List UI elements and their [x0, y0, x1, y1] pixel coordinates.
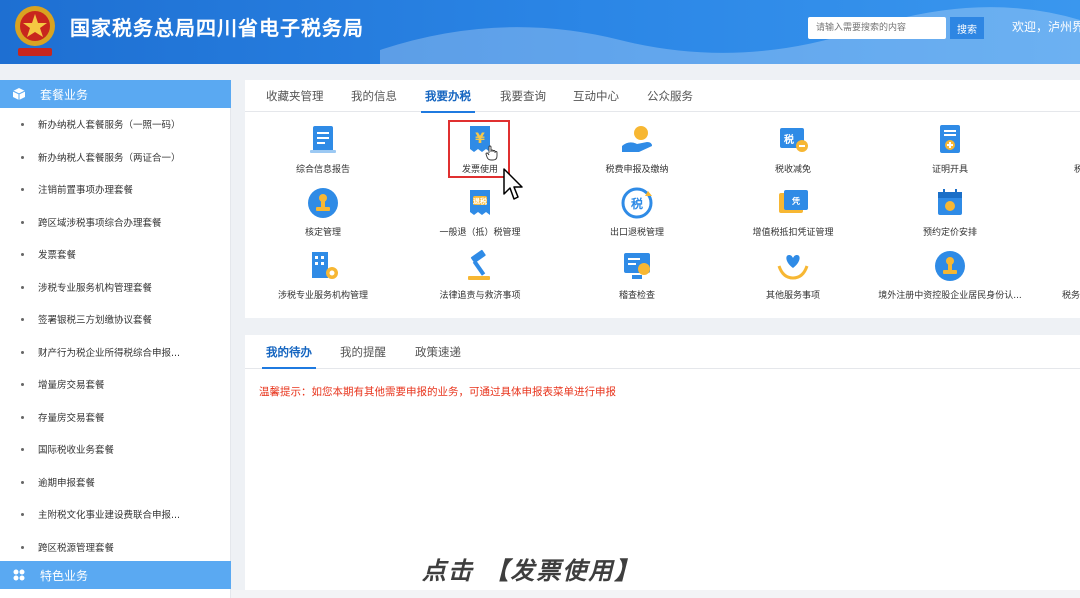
service-item[interactable]: 税费申报及缴纳	[562, 122, 712, 175]
tab-public-service[interactable]: 公众服务	[647, 88, 693, 104]
bottom-tab-bar: 我的待办 我的提醒 政策速递	[245, 335, 1080, 369]
declare-pay-icon	[622, 126, 652, 152]
service-label: 税	[1074, 165, 1080, 175]
search-input[interactable]	[808, 17, 946, 39]
welcome-text: 欢迎，泸州界	[1012, 20, 1080, 34]
sidebar-section-label: 套餐业务	[40, 87, 89, 102]
sidebar-item[interactable]: 国际税收业务套餐	[0, 433, 231, 466]
cube-icon	[12, 87, 26, 101]
tab-do-tax[interactable]: 我要办税	[421, 88, 475, 113]
search-button[interactable]: 搜索	[950, 17, 984, 39]
mouse-pointer-icon	[503, 168, 523, 200]
sidebar-section-special[interactable]: 特色业务	[0, 561, 231, 589]
service-label: 核定管理	[304, 228, 341, 238]
service-item[interactable]: 其他服务事项	[718, 248, 868, 301]
service-item[interactable]: 税务	[1000, 248, 1080, 301]
tab-query[interactable]: 我要查询	[500, 88, 546, 104]
resident-identity-icon	[935, 251, 965, 281]
top-tab-bar: 收藏夹管理 我的信息 我要办税 我要查询 互动中心 公众服务	[245, 80, 1080, 113]
footer-strip	[231, 590, 1080, 598]
service-item[interactable]: 退税 一般退（抵）税管理	[405, 185, 555, 238]
service-label: 涉税专业服务机构管理	[277, 291, 368, 301]
sidebar-item[interactable]: 新办纳税人套餐服务（一照一码）	[0, 108, 231, 141]
sidebar-item[interactable]: 逾期申报套餐	[0, 466, 231, 499]
tax-reduction-icon: 税	[780, 128, 808, 152]
tax-emblem-logo	[15, 6, 55, 56]
vat-deduction-icon: 凭	[779, 190, 808, 213]
sidebar-item[interactable]: 发票套餐	[0, 238, 231, 271]
sidebar-section-label: 特色业务	[40, 568, 89, 583]
highlight-box	[448, 120, 510, 178]
tab-policy-news[interactable]: 政策速递	[415, 344, 461, 360]
top-banner: 国家税务总局四川省电子税务局 搜索 欢迎，泸州界	[0, 0, 1080, 64]
service-item[interactable]: 核定管理	[248, 185, 398, 238]
service-label: 税务	[1062, 291, 1080, 301]
service-item[interactable]: 综合信息报告	[248, 122, 398, 175]
sidebar-item[interactable]: 签署银税三方划缴协议套餐	[0, 303, 231, 336]
todo-panel: 我的待办 我的提醒 政策速递	[245, 335, 1080, 598]
sidebar-item[interactable]: 跨区域涉税事项综合办理套餐	[0, 206, 231, 239]
tab-my-info[interactable]: 我的信息	[351, 88, 397, 104]
notice-text: 温馨提示：如您本期有其他需要申报的业务，可通过具体申报表菜单进行申报	[259, 386, 616, 398]
service-label: 稽查检查	[618, 291, 655, 301]
heart-hand-icon	[777, 255, 809, 280]
export-refund-icon: 税	[621, 187, 653, 219]
sidebar-list: 新办纳税人套餐服务（一照一码） 新办纳税人套餐服务（两证合一） 注销前置事项办理…	[0, 108, 231, 563]
service-label: 出口退税管理	[609, 228, 664, 238]
svg-text:凭: 凭	[791, 196, 800, 206]
gavel-icon	[468, 249, 490, 280]
service-label: 其他服务事项	[765, 291, 820, 301]
verify-icon	[308, 188, 338, 218]
service-label: 预约定价安排	[922, 228, 977, 238]
service-item[interactable]: 预约定价安排	[875, 185, 1025, 238]
sidebar-section-package[interactable]: 套餐业务	[0, 80, 231, 108]
tab-interaction[interactable]: 互动中心	[573, 88, 619, 104]
service-item[interactable]: 涉税专业服务机构管理	[248, 248, 398, 301]
service-item[interactable]: 稽查检查	[562, 248, 712, 301]
service-label: 增值税抵扣凭证管理	[752, 228, 834, 238]
svg-text:税: 税	[784, 133, 794, 146]
inspection-icon	[624, 253, 650, 279]
service-label: 税收减免	[774, 165, 811, 175]
report-icon	[310, 126, 336, 153]
tab-my-todo[interactable]: 我的待办	[262, 344, 316, 369]
agency-building-icon	[312, 252, 338, 279]
service-item[interactable]: 法律追责与救济事项	[405, 248, 555, 301]
service-item[interactable]: 税 税收减免	[718, 122, 868, 175]
refund-icon: 退税	[470, 190, 490, 215]
sidebar-item[interactable]: 新办纳税人套餐服务（两证合一）	[0, 141, 231, 174]
service-item[interactable]: 凭 增值税抵扣凭证管理	[718, 185, 868, 238]
site-title: 国家税务总局四川省电子税务局	[70, 16, 364, 40]
sidebar-item[interactable]: 注销前置事项办理套餐	[0, 173, 231, 206]
tab-my-reminders[interactable]: 我的提醒	[340, 344, 386, 360]
sidebar-item[interactable]: 涉税专业服务机构管理套餐	[0, 271, 231, 304]
tab-favorites[interactable]: 收藏夹管理	[266, 88, 324, 104]
service-item[interactable]: 税 出口退税管理	[562, 185, 712, 238]
pricing-calendar-icon	[938, 189, 962, 215]
sidebar-item[interactable]: 跨区税源管理套餐	[0, 531, 231, 564]
sidebar: 套餐业务 新办纳税人套餐服务（一照一码） 新办纳税人套餐服务（两证合一） 注销前…	[0, 80, 231, 598]
service-label: 一般退（抵）税管理	[439, 228, 521, 238]
service-item[interactable]: 税	[1000, 122, 1080, 175]
service-label: 综合信息报告	[295, 165, 350, 175]
service-label: 税费申报及缴纳	[605, 165, 669, 175]
sidebar-item[interactable]: 主附税文化事业建设费联合申报...	[0, 498, 231, 531]
svg-text:税: 税	[631, 196, 643, 211]
service-label: 法律追责与救济事项	[439, 291, 521, 301]
certificate-icon	[940, 125, 960, 153]
sidebar-item[interactable]: 存量房交易套餐	[0, 401, 231, 434]
hand-pointer-icon	[485, 145, 498, 161]
svg-text:退税: 退税	[473, 197, 487, 206]
sidebar-item[interactable]: 财产行为税企业所得税综合申报...	[0, 336, 231, 369]
grid-icon	[12, 568, 26, 582]
video-caption: 点击 【发票使用】	[422, 557, 641, 585]
sidebar-item[interactable]: 增量房交易套餐	[0, 368, 231, 401]
